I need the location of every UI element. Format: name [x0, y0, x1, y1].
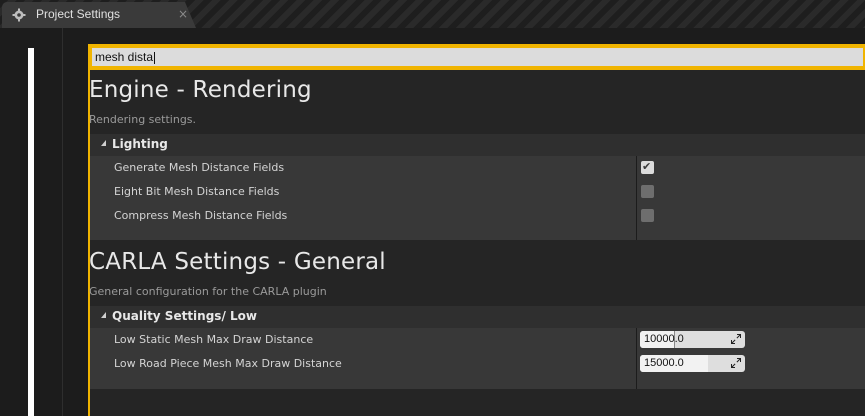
panel-divider: [62, 28, 63, 416]
property-row: Low Road Piece Mesh Max Draw Distance 15…: [90, 352, 865, 376]
expand-arrow-icon[interactable]: [101, 140, 106, 146]
property-row: Low Static Mesh Max Draw Distance 10000.…: [90, 328, 865, 352]
checkmark-icon: ✔: [642, 160, 652, 173]
tab-title: Project Settings: [36, 7, 121, 21]
section-description: Rendering settings.: [89, 113, 197, 126]
compress-mesh-distance-fields-checkbox[interactable]: [641, 209, 654, 222]
property-label: Low Road Piece Mesh Max Draw Distance: [114, 357, 342, 370]
close-icon[interactable]: ×: [178, 7, 188, 21]
numeric-value: 15000.0: [644, 357, 684, 369]
property-rows-quality: Low Static Mesh Max Draw Distance 10000.…: [90, 328, 865, 389]
settings-gear-icon: [12, 8, 26, 22]
expand-arrow-icon[interactable]: [101, 312, 106, 318]
section-title-engine-rendering: Engine - Rendering: [89, 77, 312, 103]
search-input[interactable]: mesh dista: [92, 48, 863, 66]
property-rows-lighting: Generate Mesh Distance Fields ✔ Eight Bi…: [90, 156, 865, 240]
low-static-mesh-draw-distance-field[interactable]: 10000.0: [640, 331, 745, 348]
category-label: Lighting: [112, 137, 168, 151]
property-label: Eight Bit Mesh Distance Fields: [114, 185, 280, 198]
numeric-value: 10000.0: [644, 333, 684, 345]
search-box[interactable]: mesh dista: [88, 44, 865, 70]
left-scrollbar[interactable]: [28, 48, 34, 416]
category-lighting[interactable]: Lighting: [90, 134, 865, 156]
search-input-value: mesh dista: [95, 50, 154, 64]
section-title-carla-settings: CARLA Settings - General: [89, 249, 386, 275]
low-road-piece-mesh-draw-distance-field[interactable]: 15000.0: [640, 355, 745, 372]
text-caret: [154, 51, 156, 64]
property-label: Compress Mesh Distance Fields: [114, 209, 288, 222]
expand-arrows-icon[interactable]: [731, 358, 741, 368]
property-row: Eight Bit Mesh Distance Fields: [90, 180, 865, 204]
eight-bit-mesh-distance-fields-checkbox[interactable]: [641, 185, 654, 198]
property-row: Compress Mesh Distance Fields: [90, 204, 865, 228]
property-label: Generate Mesh Distance Fields: [114, 161, 285, 174]
section-description: General configuration for the CARLA plug…: [89, 285, 327, 298]
property-label: Low Static Mesh Max Draw Distance: [114, 333, 314, 346]
expand-arrows-icon[interactable]: [731, 334, 741, 344]
tab-project-settings[interactable]: Project Settings ×: [2, 2, 196, 28]
property-row: Generate Mesh Distance Fields ✔: [90, 156, 865, 180]
generate-mesh-distance-fields-checkbox[interactable]: ✔: [641, 160, 654, 174]
category-quality-settings-low[interactable]: Quality Settings/ Low: [90, 306, 865, 328]
category-label: Quality Settings/ Low: [112, 309, 257, 323]
